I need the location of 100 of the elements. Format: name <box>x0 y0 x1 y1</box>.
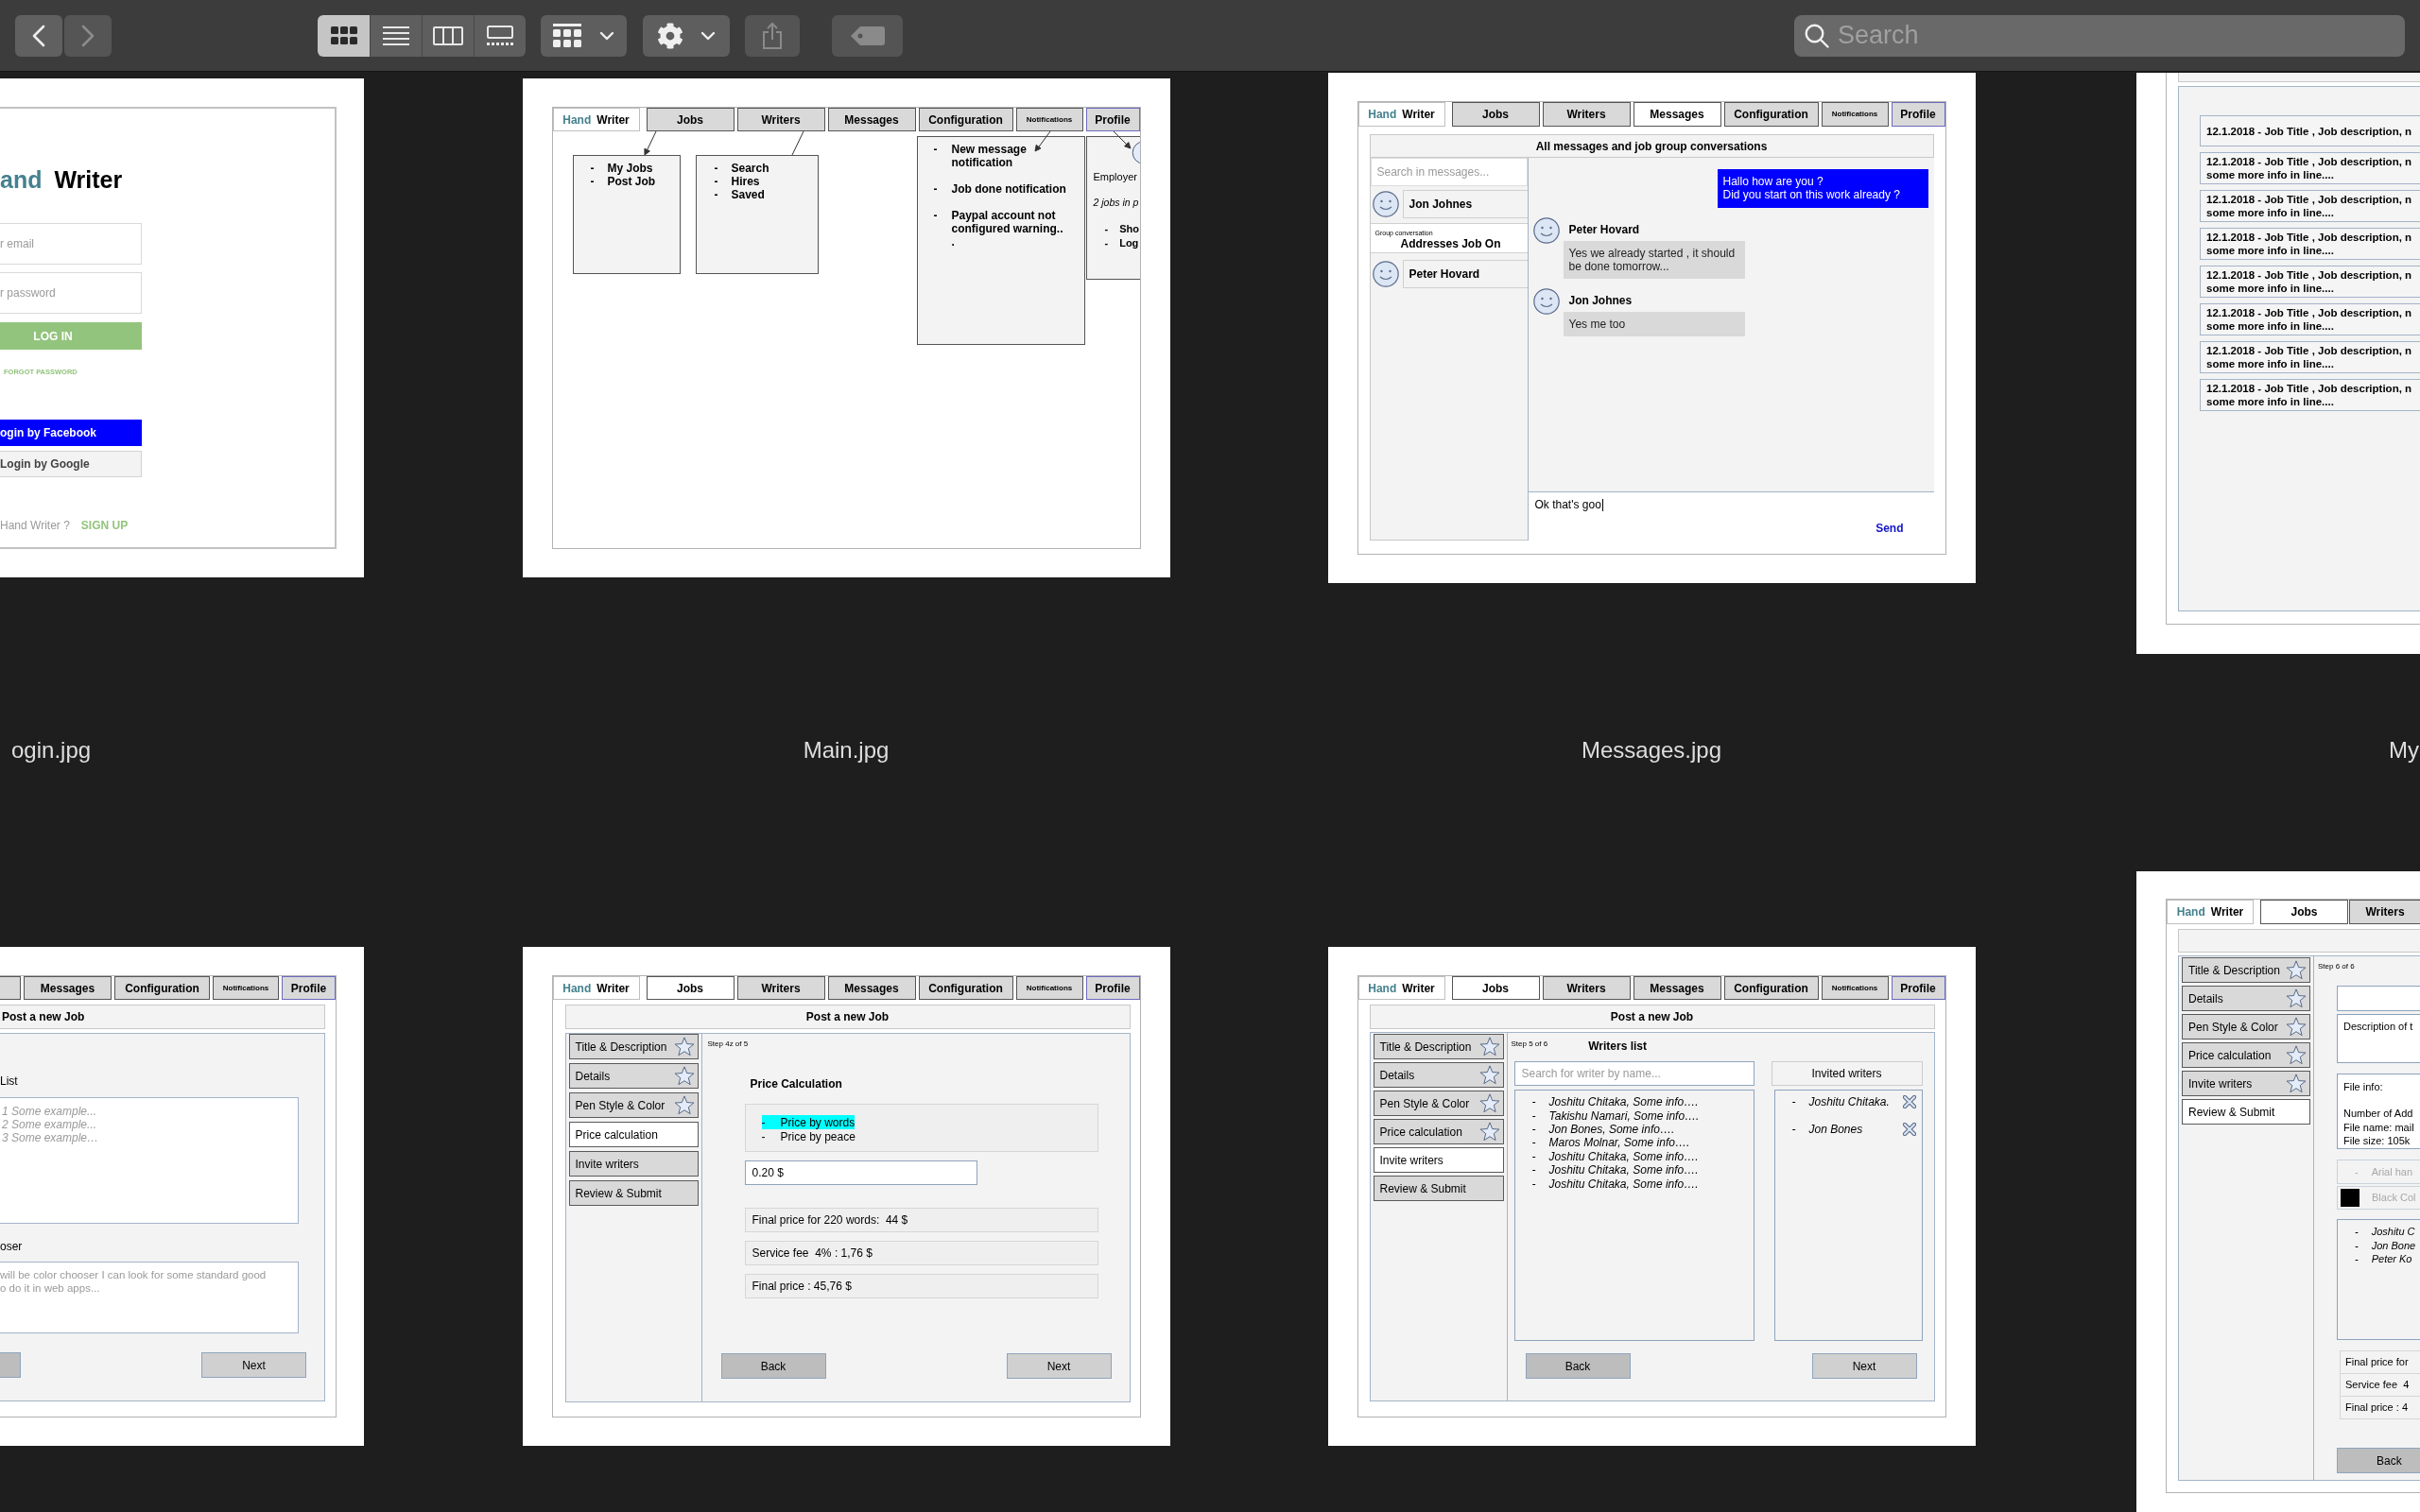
next-button[interactable]: Next <box>1006 1353 1112 1379</box>
icon-view-button[interactable] <box>318 14 370 57</box>
tab[interactable]: Messages <box>24 976 112 1000</box>
menu-item[interactable]: - New message notification <box>933 143 1084 169</box>
tab[interactable]: Messages <box>827 108 916 131</box>
menu-item[interactable]: - Search <box>714 162 818 175</box>
menu-item[interactable]: - Job done notification <box>933 182 1084 196</box>
tab[interactable]: Profile <box>1891 102 1945 127</box>
file-thumbnail[interactable] <box>1327 947 1976 1446</box>
tab[interactable]: Notifications <box>1015 976 1083 1000</box>
step-button[interactable]: Pen Style & Color <box>1373 1091 1504 1116</box>
file-thumbnail[interactable] <box>522 78 1170 577</box>
list-item[interactable]: - Joshitu Chitaka, Some info…. <box>1531 1177 1754 1191</box>
search-field[interactable]: Search for writer by name... <box>1513 1061 1754 1086</box>
action-button[interactable] <box>643 14 730 57</box>
job-list-item[interactable]: 12.1.2018 - Job Title , Job description, n some more info in line.... <box>2200 379 2420 411</box>
logo-tab[interactable]: Hand Writer <box>552 976 640 1000</box>
tab[interactable]: Messages <box>1633 102 1721 127</box>
pricing-option[interactable]: - Price by words <box>761 1115 856 1129</box>
file-name-label[interactable]: My <box>2389 738 2419 763</box>
step-button[interactable]: Invite writers <box>568 1151 699 1177</box>
input-field[interactable] <box>2337 986 2420 1011</box>
tab[interactable] <box>0 976 21 1000</box>
group-button[interactable] <box>541 14 627 57</box>
password-field[interactable]: r password <box>0 272 142 314</box>
tab[interactable]: Configuration <box>114 976 210 1000</box>
file-thumbnail[interactable] <box>2136 871 2420 1512</box>
step-button[interactable]: Title & Description <box>1373 1034 1504 1059</box>
tab[interactable]: Configuration <box>918 108 1013 131</box>
file-name-label[interactable]: ogin.jpg <box>11 738 92 763</box>
tab[interactable]: Messages <box>827 976 916 1000</box>
step-button[interactable]: Review & Submit <box>1373 1176 1504 1201</box>
tab[interactable]: Profile <box>1085 976 1140 1000</box>
next-button[interactable]: Next <box>201 1352 306 1378</box>
step-button[interactable]: Details <box>568 1063 699 1089</box>
description-field[interactable]: Description of t <box>2337 1014 2420 1063</box>
gallery-view-button[interactable] <box>474 14 526 57</box>
job-list-item[interactable]: 12.1.2018 - Job Title , Job description, n some more info in line.... <box>2200 303 2420 335</box>
facebook-login-button[interactable]: ogin by Facebook <box>0 420 142 446</box>
file-thumbnail[interactable] <box>1327 73 1976 583</box>
menu-item[interactable]: - Log <box>1104 236 1140 250</box>
tab[interactable]: Notifications <box>213 976 279 1000</box>
tab[interactable]: Writers <box>1542 976 1631 1000</box>
logo-tab[interactable]: Hand Writer <box>552 108 640 131</box>
step-button[interactable]: Review & Submit <box>568 1180 699 1206</box>
tab[interactable]: Messages <box>1633 976 1721 1000</box>
list-item[interactable]: - Jon Bones <box>1791 1123 1916 1136</box>
step-button[interactable]: Invite writers <box>2182 1071 2310 1096</box>
list-item[interactable]: - Jon Bone <box>2355 1238 2420 1252</box>
pricing-option[interactable]: - Price by peace <box>761 1129 856 1143</box>
tab[interactable]: Writers <box>1542 102 1631 127</box>
price-field[interactable]: 0.20 $ <box>744 1160 977 1185</box>
tab[interactable]: Jobs <box>646 976 735 1000</box>
tab[interactable]: Notifications <box>1821 102 1889 127</box>
menu-item[interactable]: - Post Job <box>590 175 680 188</box>
list-item[interactable]: - Maros Molnar, Some info…. <box>1531 1136 1754 1150</box>
job-list-item[interactable]: 12.1.2018 - Job Title , Job description, n some more info in line.... <box>2200 152 2420 184</box>
file-thumbnail[interactable] <box>0 947 364 1446</box>
column-view-button[interactable] <box>422 14 474 57</box>
step-button[interactable]: Price calculation <box>2182 1042 2310 1068</box>
logo-tab[interactable]: Hand Writer <box>1357 976 1445 1000</box>
list-item[interactable]: - Joshitu C <box>2355 1225 2420 1239</box>
file-thumbnail[interactable] <box>522 947 1170 1446</box>
step-button[interactable]: Price calculation <box>568 1122 699 1147</box>
list-item[interactable]: - Jon Bones, Some info…. <box>1531 1122 1754 1137</box>
step-button[interactable]: Review & Submit <box>2182 1099 2310 1125</box>
step-button[interactable]: Details <box>2182 986 2310 1011</box>
tab[interactable]: Profile <box>1891 976 1945 1000</box>
back-button[interactable] <box>15 14 62 57</box>
list-item[interactable]: - Joshitu Chitaka, Some info…. <box>1531 1162 1754 1177</box>
step-button[interactable]: Title & Description <box>2182 957 2310 983</box>
back-button[interactable]: Back <box>720 1353 826 1379</box>
back-button[interactable]: Back <box>1525 1353 1631 1379</box>
logo-tab[interactable]: Hand Writer <box>2167 900 2254 924</box>
step-button[interactable]: Details <box>1373 1062 1504 1088</box>
step-button[interactable]: Invite writers <box>1373 1147 1504 1173</box>
list-item[interactable]: - Joshitu Chitaka. <box>1791 1095 1916 1108</box>
list-item[interactable]: - Takishu Namari, Some info…. <box>1531 1108 1754 1123</box>
logo-tab[interactable]: Hand Writer <box>1357 102 1445 127</box>
tab[interactable]: Writers <box>2349 900 2420 924</box>
tab[interactable]: Writers <box>736 976 825 1000</box>
job-list-item[interactable]: 12.1.2018 - Job Title , Job description, n some more info in line.... <box>2200 228 2420 260</box>
step-button[interactable]: Pen Style & Color <box>568 1092 699 1118</box>
menu-item[interactable]: - Sho <box>1104 222 1140 236</box>
tab[interactable]: Notifications <box>1821 976 1889 1000</box>
tab[interactable]: Jobs <box>2260 900 2348 924</box>
google-login-button[interactable]: Login by Google <box>0 451 142 477</box>
menu-item[interactable]: - Paypal account not configured warning.. <box>933 209 1084 235</box>
list-item[interactable]: - Peter Ko <box>2355 1252 2420 1266</box>
menu-item[interactable]: - Hires <box>714 175 818 188</box>
file-name-label[interactable]: Messages.jpg <box>1581 738 1722 763</box>
tab[interactable]: Profile <box>1085 108 1140 131</box>
step-button[interactable]: Title & Description <box>568 1034 699 1059</box>
tab[interactable]: Profile <box>282 976 336 1000</box>
list-view-button[interactable] <box>370 14 422 57</box>
next-button[interactable]: Next <box>1811 1353 1917 1379</box>
tab[interactable]: Jobs <box>646 108 735 131</box>
step-button[interactable]: Pen Style & Color <box>2182 1014 2310 1040</box>
email-field[interactable]: r email <box>0 223 142 265</box>
tab[interactable]: Writers <box>736 108 825 131</box>
